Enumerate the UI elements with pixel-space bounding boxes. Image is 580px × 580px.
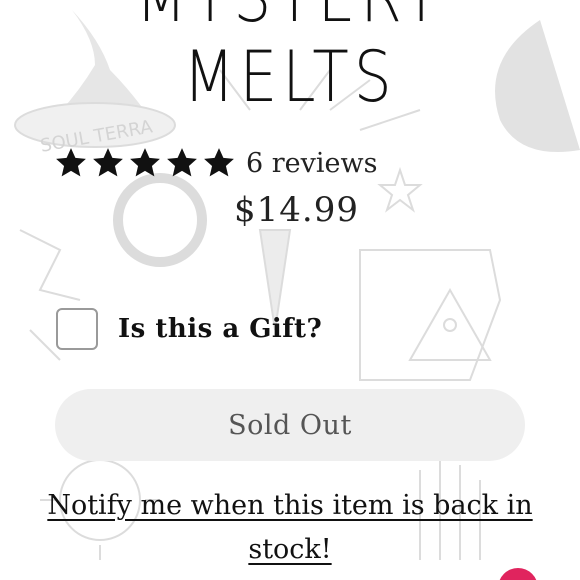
product-title-line-1: MYSTERY [44,0,537,38]
product-price: $14.99 [234,190,359,230]
reviews-count-link[interactable]: 6 reviews [246,148,377,179]
gift-option[interactable]: Is this a Gift? [56,308,322,350]
rating-stars [54,146,236,180]
gift-label[interactable]: Is this a Gift? [118,314,322,344]
star-icon [130,148,160,177]
sold-out-button[interactable]: Sold Out [55,389,525,461]
notify-back-in-stock-link[interactable]: Notify me when this item is back in stoc… [40,484,540,572]
product-title-line-2: MELTS [183,36,397,118]
star-icon [56,148,86,177]
gift-checkbox[interactable] [56,308,98,350]
star-icon [93,148,123,177]
product-rating[interactable]: 6 reviews [54,146,377,180]
star-icon [167,148,197,177]
star-icon [204,148,234,177]
